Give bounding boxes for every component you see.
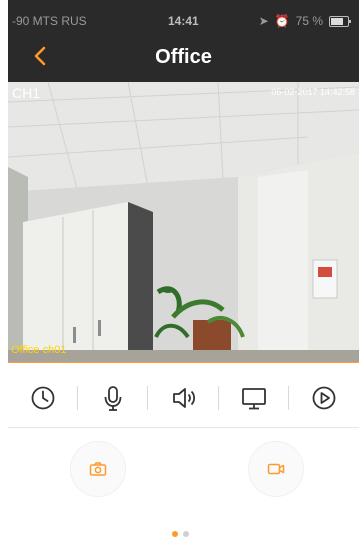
carrier-label: -90 MTS RUS xyxy=(12,14,87,28)
playback-button[interactable] xyxy=(289,370,359,426)
status-bar: -90 MTS RUS 14:41 ➤ ⏰ 75 % xyxy=(8,0,359,32)
playback-toolbar xyxy=(8,370,359,426)
status-time: 14:41 xyxy=(168,14,199,28)
audio-button[interactable] xyxy=(148,370,219,426)
play-icon xyxy=(312,386,336,410)
navigation-bar: Office xyxy=(8,32,359,82)
battery-icon xyxy=(329,15,351,27)
page-dot-active[interactable] xyxy=(172,531,178,537)
video-timestamp: 06-02-2017 14:42:58 xyxy=(271,87,355,97)
camera-icon xyxy=(89,462,107,476)
snapshot-button[interactable] xyxy=(70,441,126,497)
talk-button[interactable] xyxy=(78,370,149,426)
battery-percent: 75 % xyxy=(295,14,323,28)
camera-name: Office ch01 xyxy=(11,344,67,356)
alarm-icon: ⏰ xyxy=(274,14,290,28)
page-title: Office xyxy=(155,46,212,68)
app-screen: -90 MTS RUS 14:41 ➤ ⏰ 75 % Office CH1 06… xyxy=(0,0,359,537)
fullscreen-button[interactable] xyxy=(219,370,290,426)
monitor-icon xyxy=(241,388,266,410)
record-button[interactable] xyxy=(248,441,304,497)
clock-icon xyxy=(31,386,55,410)
history-button[interactable] xyxy=(8,370,79,426)
toolbar-divider xyxy=(8,427,359,428)
video-camera-icon xyxy=(267,463,285,475)
page-dot[interactable] xyxy=(183,531,189,537)
divider xyxy=(8,362,359,363)
page-indicator xyxy=(172,531,189,537)
status-right: ➤ ⏰ 75 % xyxy=(258,14,351,28)
camera-live-view[interactable]: CH1 06-02-2017 14:42:58 Office ch01 xyxy=(8,82,359,362)
camera-frame-image xyxy=(8,82,359,362)
speaker-icon xyxy=(172,388,195,408)
channel-label: CH1 xyxy=(12,85,41,101)
microphone-icon xyxy=(104,386,122,411)
location-icon: ➤ xyxy=(258,14,269,28)
